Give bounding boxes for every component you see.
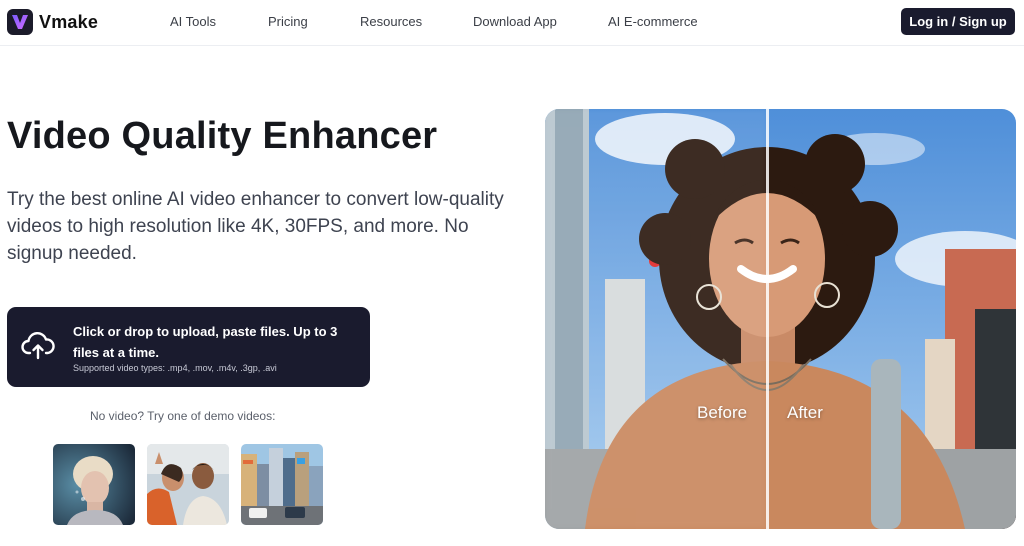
nav-download-app[interactable]: Download App bbox=[473, 14, 557, 29]
demo-video-thumbnail-3[interactable] bbox=[241, 444, 323, 525]
after-label: After bbox=[787, 403, 823, 422]
nav-ai-ecommerce[interactable]: AI E-commerce bbox=[608, 14, 698, 29]
top-nav-bar: Vmake AI Tools Pricing Resources Downloa… bbox=[0, 0, 1024, 46]
supported-types: Supported video types: .mp4, .mov, .m4v,… bbox=[73, 363, 277, 373]
upload-instructions: Click or drop to upload, paste files. Up… bbox=[73, 324, 338, 360]
main-nav: AI Tools Pricing Resources Download App … bbox=[0, 14, 760, 30]
demo-video-thumbnail-1[interactable] bbox=[53, 444, 135, 525]
demo-video-thumbnail-2[interactable] bbox=[147, 444, 229, 525]
before-after-comparison[interactable] bbox=[545, 109, 1016, 529]
nav-resources[interactable]: Resources bbox=[360, 14, 422, 29]
login-signup-button[interactable]: Log in / Sign up bbox=[901, 8, 1015, 35]
cloud-upload-icon bbox=[21, 331, 55, 361]
page-title: Video Quality Enhancer bbox=[7, 115, 438, 157]
upload-dropzone[interactable]: Click or drop to upload, paste files. Up… bbox=[7, 307, 370, 387]
hero-subtitle: Try the best online AI video enhancer to… bbox=[7, 189, 504, 264]
comparison-slider-handle[interactable] bbox=[766, 109, 769, 529]
nav-pricing[interactable]: Pricing bbox=[268, 14, 308, 29]
before-label: Before bbox=[697, 403, 748, 422]
nav-ai-tools[interactable]: AI Tools bbox=[170, 14, 216, 29]
demo-videos-label: No video? Try one of demo videos: bbox=[90, 409, 276, 423]
